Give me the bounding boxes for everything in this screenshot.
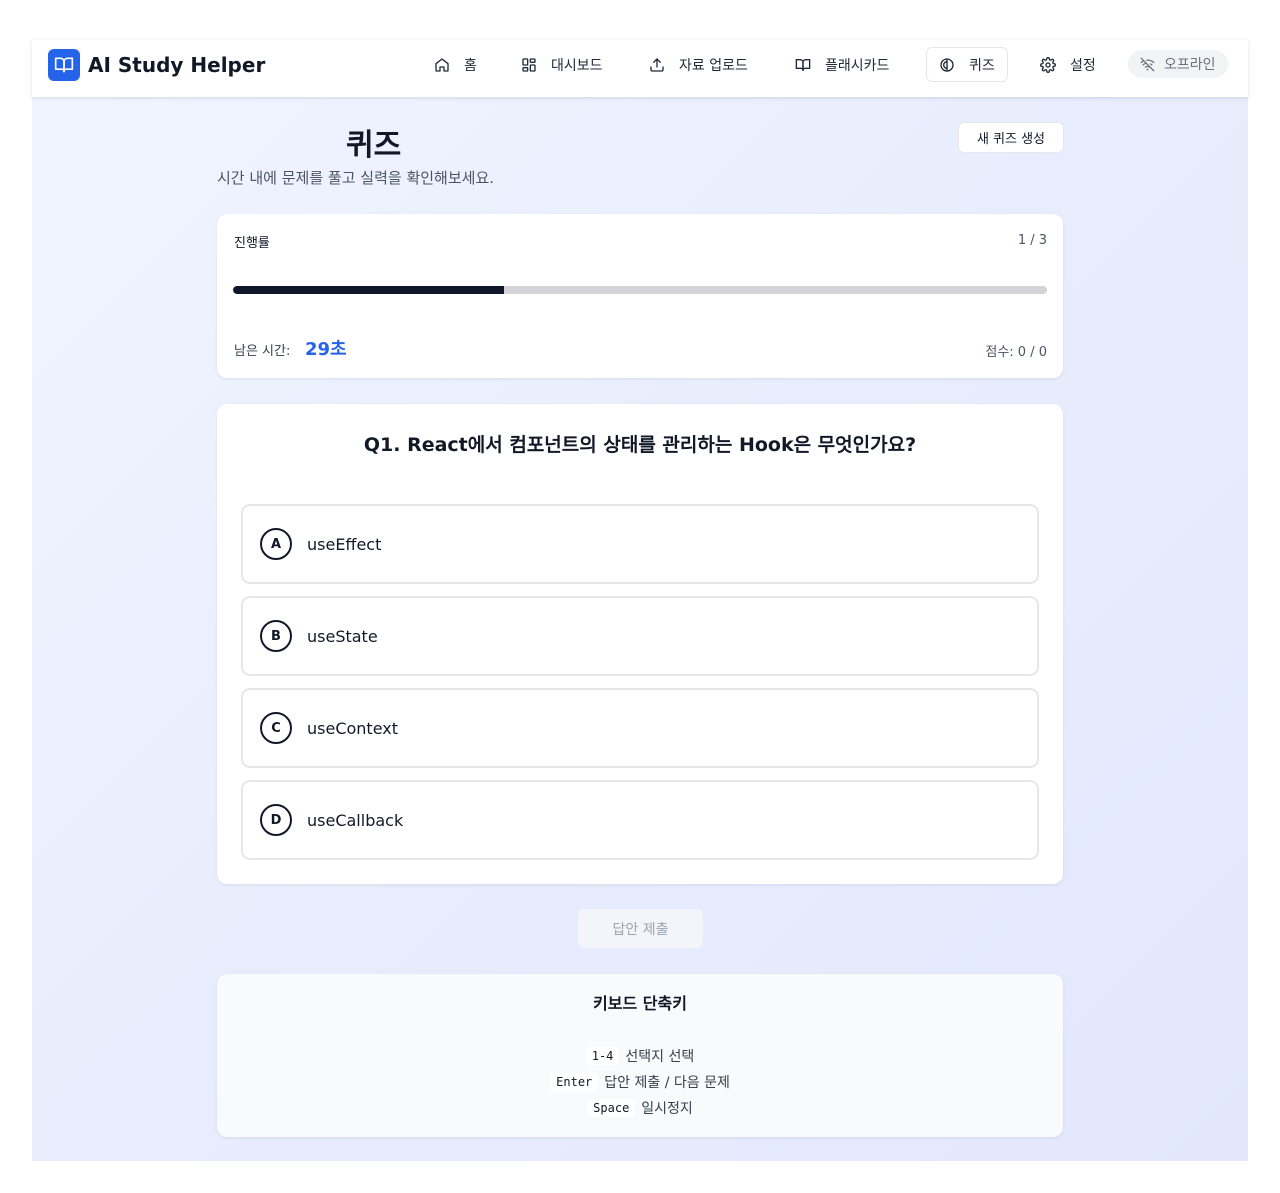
- nav-upload[interactable]: 자료 업로드: [637, 47, 760, 82]
- dashboard-grid-icon: [522, 57, 536, 72]
- book-logo-icon: [48, 49, 80, 81]
- shortcut-key: 1-4: [585, 1047, 620, 1065]
- shortcut-key: Space: [587, 1099, 636, 1117]
- offline-status-badge: 오프라인: [1128, 50, 1228, 78]
- progress-count: 1 / 3: [1017, 233, 1047, 248]
- shortcut-row: Space 일시정지: [217, 1098, 1063, 1118]
- option-text: useState: [307, 626, 378, 646]
- question-card: Q1. React에서 컴포넌트의 상태를 관리하는 Hook은 무엇인가요? …: [217, 404, 1063, 884]
- option-a[interactable]: A useEffect: [241, 504, 1039, 584]
- gear-icon: [1040, 56, 1056, 73]
- offline-status-label: 오프라인: [1164, 57, 1216, 73]
- app-name: AI Study Helper: [88, 53, 266, 77]
- nav-home[interactable]: 홈: [422, 47, 489, 82]
- shortcut-row: 1-4 선택지 선택: [217, 1046, 1063, 1066]
- option-text: useCallback: [307, 810, 404, 830]
- shortcut-description: 선택지 선택: [625, 1049, 695, 1065]
- nav-settings-label: 설정: [1070, 57, 1096, 74]
- option-text: useContext: [307, 718, 398, 738]
- nav-home-label: 홈: [464, 57, 477, 74]
- option-c[interactable]: C useContext: [241, 688, 1039, 768]
- option-text: useEffect: [307, 534, 382, 554]
- time-remaining-value: 29초: [305, 339, 347, 360]
- book-open-icon: [795, 58, 811, 71]
- nav-settings[interactable]: 설정: [1028, 47, 1108, 82]
- progress-bar: [233, 286, 1047, 294]
- nav-flashcards-label: 플래시카드: [825, 57, 890, 74]
- option-letter-badge: A: [260, 528, 292, 560]
- navbar: AI Study Helper 홈 대시보드 자료 업로드 플래시카드 퀴즈 설…: [32, 40, 1248, 97]
- option-d[interactable]: D useCallback: [241, 780, 1039, 860]
- nav-flashcards[interactable]: 플래시카드: [783, 47, 901, 82]
- brand[interactable]: AI Study Helper: [48, 49, 265, 81]
- wifi-off-icon: [1140, 57, 1155, 71]
- option-b[interactable]: B useState: [241, 596, 1039, 676]
- shortcut-row: Enter 답안 제출 / 다음 문제: [217, 1072, 1063, 1092]
- new-quiz-button[interactable]: 새 퀴즈 생성: [958, 122, 1064, 153]
- page-title: 퀴즈: [346, 128, 402, 163]
- option-letter-badge: D: [260, 804, 292, 836]
- shortcut-description: 일시정지: [641, 1101, 693, 1117]
- submit-answer-button[interactable]: 답안 제출: [578, 909, 703, 948]
- nav-upload-label: 자료 업로드: [679, 57, 748, 74]
- progress-bar-fill: [233, 286, 505, 294]
- score-text: 점수: 0 / 0: [985, 345, 1047, 360]
- quiz-icon: [940, 57, 954, 72]
- shortcut-key: Enter: [550, 1073, 599, 1091]
- home-icon: [435, 57, 449, 72]
- upload-icon: [650, 57, 664, 72]
- time-remaining-label: 남은 시간:: [234, 344, 291, 359]
- nav-dashboard[interactable]: 대시보드: [509, 47, 615, 82]
- nav-quiz[interactable]: 퀴즈: [926, 47, 1008, 82]
- nav-quiz-label: 퀴즈: [969, 57, 995, 74]
- progress-label: 진행률: [234, 236, 270, 251]
- keyboard-shortcuts-card: 키보드 단축키 1-4 선택지 선택 Enter 답안 제출 / 다음 문제 S…: [217, 974, 1063, 1137]
- page-subtitle: 시간 내에 문제를 풀고 실력을 확인해보세요.: [217, 169, 495, 187]
- question-text: Q1. React에서 컴포넌트의 상태를 관리하는 Hook은 무엇인가요?: [363, 434, 917, 456]
- shortcuts-title: 키보드 단축키: [593, 994, 687, 1013]
- option-letter-badge: B: [260, 620, 292, 652]
- shortcut-description: 답안 제출 / 다음 문제: [604, 1075, 730, 1091]
- progress-card: 진행률 1 / 3 남은 시간: 29초 점수: 0 / 0: [217, 214, 1063, 378]
- option-letter-badge: C: [260, 712, 292, 744]
- app-frame: AI Study Helper 홈 대시보드 자료 업로드 플래시카드 퀴즈 설…: [32, 40, 1248, 1161]
- nav-dashboard-label: 대시보드: [551, 57, 603, 74]
